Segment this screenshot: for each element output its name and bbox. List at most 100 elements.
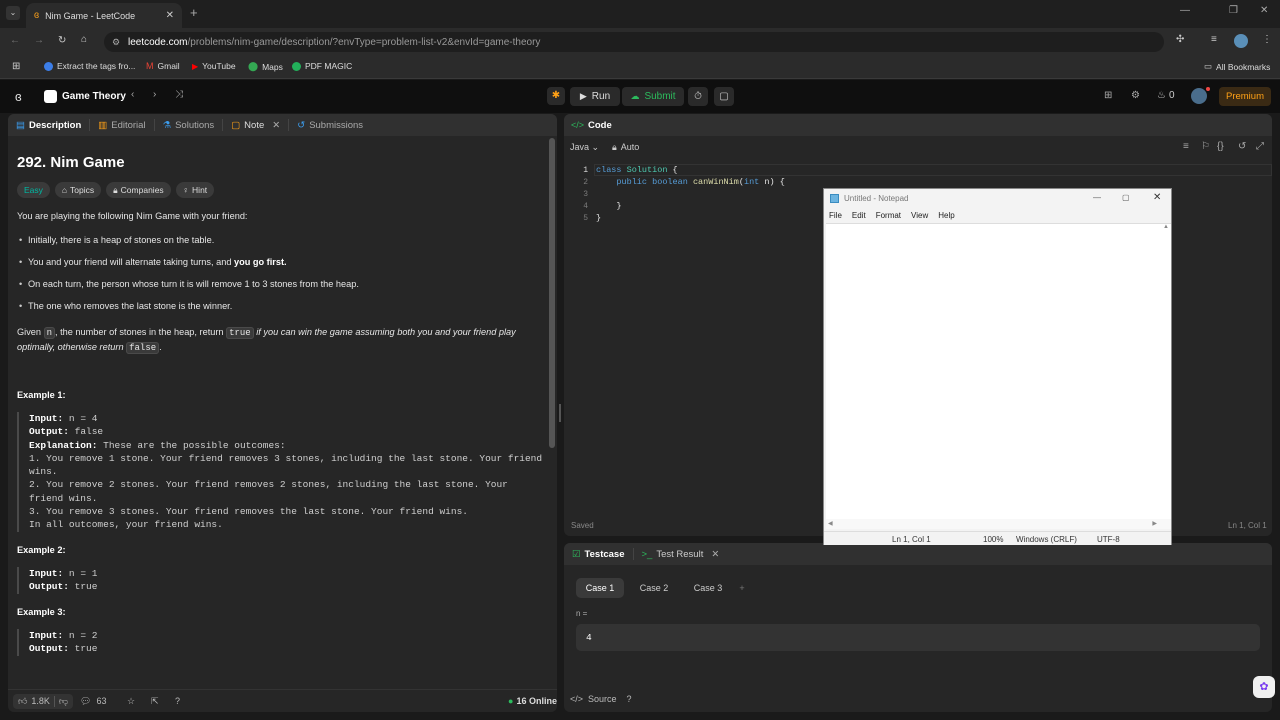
code-line[interactable]: } bbox=[596, 213, 601, 223]
thumbs-down-icon[interactable]: 👎︎ bbox=[53, 696, 68, 707]
add-case-button[interactable]: + bbox=[734, 578, 750, 598]
shuffle-icon[interactable]: ⤨ bbox=[175, 89, 183, 100]
reading-list-icon[interactable]: ≡ bbox=[1211, 34, 1217, 45]
bookmark-pdf-magic[interactable]: PDF MAGIC bbox=[292, 61, 352, 71]
profile-avatar[interactable] bbox=[1234, 34, 1248, 48]
notepad-minimize-icon[interactable]: — bbox=[1093, 193, 1101, 202]
prev-problem-icon[interactable]: ‹ bbox=[131, 89, 134, 100]
problem-list-icon bbox=[44, 90, 57, 103]
source-link[interactable]: </> Source? bbox=[570, 694, 632, 704]
vertical-splitter[interactable] bbox=[559, 404, 561, 422]
new-tab-button[interactable]: + bbox=[190, 5, 198, 20]
settings-icon[interactable]: ⚙ bbox=[1131, 90, 1140, 101]
menu-help[interactable]: Help bbox=[938, 211, 954, 220]
favorite-star-icon[interactable]: ☆ bbox=[127, 696, 135, 707]
menu-view[interactable]: View bbox=[911, 211, 928, 220]
param-input[interactable]: 4 bbox=[576, 624, 1260, 651]
streak-counter[interactable]: ♨ 0 bbox=[1157, 90, 1175, 101]
home-icon[interactable]: ⌂ bbox=[81, 34, 87, 45]
tab-test-result[interactable]: >_ Test Result ✕ bbox=[634, 548, 728, 560]
help-icon[interactable]: ? bbox=[175, 696, 180, 706]
notepad-maximize-icon[interactable]: ▢ bbox=[1122, 193, 1130, 202]
notepad-vscroll-up-icon[interactable]: ▲ bbox=[1163, 224, 1169, 230]
case-2-tab[interactable]: Case 2 bbox=[630, 578, 678, 598]
code-line[interactable]: } bbox=[596, 201, 621, 211]
user-avatar[interactable] bbox=[1191, 88, 1207, 104]
scroll-right-icon[interactable]: ▶ bbox=[1152, 520, 1157, 527]
tab-submissions[interactable]: ↺ Submissions bbox=[289, 119, 371, 131]
leetcode-logo-icon[interactable]: ɞ bbox=[15, 89, 22, 104]
example-2-block: Input: n = 1 Output: true bbox=[17, 567, 543, 594]
notepad-text-area[interactable]: ▲ bbox=[826, 223, 1171, 519]
bookmark-extract-tags[interactable]: Extract the tags fro... bbox=[44, 61, 135, 71]
assistant-floating-icon[interactable]: ✿ bbox=[1253, 676, 1275, 698]
format-icon[interactable]: ≡ bbox=[1183, 141, 1189, 152]
tab-testcase[interactable]: ☑ Testcase bbox=[564, 548, 634, 560]
description-scrollbar[interactable] bbox=[549, 138, 555, 448]
menu-file[interactable]: File bbox=[829, 211, 842, 220]
url-domain: leetcode.com bbox=[128, 36, 188, 48]
like-button[interactable]: 👍︎ 1.8K 👎︎ bbox=[13, 694, 74, 709]
fullscreen-icon[interactable]: ⤢ bbox=[1256, 141, 1264, 152]
bookmark-gmail[interactable]: M Gmail bbox=[146, 61, 180, 71]
all-bookmarks[interactable]: ▭ All Bookmarks bbox=[1204, 61, 1270, 72]
reset-icon[interactable]: ↺ bbox=[1238, 141, 1246, 152]
extensions-icon[interactable]: ✣ bbox=[1176, 34, 1184, 45]
case-3-tab[interactable]: Case 3 bbox=[684, 578, 732, 598]
explanation-text: These are the possible outcomes: bbox=[103, 439, 286, 451]
notes-icon[interactable]: ▢ bbox=[714, 87, 734, 106]
braces-icon[interactable]: {} bbox=[1217, 141, 1224, 152]
browser-menu-icon[interactable]: ⋮ bbox=[1262, 34, 1272, 45]
topics-chip[interactable]: ⌂ Topics bbox=[54, 182, 102, 198]
tab-search-button[interactable]: ⌄ bbox=[6, 6, 20, 20]
tab-editorial[interactable]: ▥ Editorial bbox=[90, 119, 155, 131]
problem-list-title[interactable]: Game Theory bbox=[62, 91, 126, 102]
scroll-left-icon[interactable]: ◀ bbox=[828, 520, 833, 527]
notepad-close-icon[interactable]: ✕ bbox=[1153, 192, 1161, 203]
menu-edit[interactable]: Edit bbox=[852, 211, 866, 220]
auto-mode-toggle[interactable]: 🔒︎ Auto bbox=[612, 142, 639, 153]
hint-chip[interactable]: ♀ Hint bbox=[175, 182, 215, 198]
site-info-icon[interactable]: ⚙ bbox=[112, 37, 120, 48]
browser-tab[interactable]: ɞ Nim Game - LeetCode ✕ bbox=[26, 3, 182, 28]
tab-note[interactable]: ▢ Note ✕ bbox=[223, 119, 290, 131]
maximize-window-icon[interactable]: ❐ bbox=[1229, 5, 1238, 16]
code-line[interactable]: public boolean canWinNim(int n) { bbox=[596, 177, 784, 187]
apps-icon[interactable]: ⊞ bbox=[12, 61, 20, 72]
text: . bbox=[159, 342, 162, 352]
back-icon[interactable]: ← bbox=[10, 35, 20, 46]
bullet-item: The one who removes the last stone is th… bbox=[19, 301, 232, 311]
run-button[interactable]: ▶ Run bbox=[570, 87, 620, 106]
case-1-tab[interactable]: Case 1 bbox=[576, 578, 624, 598]
online-indicator: ● 16 Online bbox=[508, 696, 557, 706]
close-note-icon[interactable]: ✕ bbox=[272, 120, 280, 131]
submit-button[interactable]: ☁ Submit bbox=[622, 87, 684, 106]
language-select[interactable]: Java ⌄ bbox=[570, 142, 599, 153]
bookmark-icon[interactable]: ⚐ bbox=[1201, 141, 1210, 152]
menu-format[interactable]: Format bbox=[876, 211, 901, 220]
tab-solutions[interactable]: ⚗ Solutions bbox=[155, 119, 224, 131]
help-icon[interactable]: ? bbox=[627, 694, 632, 704]
tab-description[interactable]: ▤ Description bbox=[8, 119, 91, 131]
reload-icon[interactable]: ↻ bbox=[58, 35, 66, 46]
close-result-icon[interactable]: ✕ bbox=[711, 549, 719, 560]
code-line[interactable]: class Solution { bbox=[596, 165, 678, 175]
address-bar[interactable]: ⚙ leetcode.com/problems/nim-game/descrip… bbox=[104, 32, 1164, 52]
close-tab-icon[interactable]: ✕ bbox=[166, 10, 174, 21]
share-icon[interactable]: ⇱ bbox=[151, 696, 159, 707]
close-window-icon[interactable]: ✕ bbox=[1260, 5, 1268, 16]
status-position: Ln 1, Col 1 bbox=[892, 535, 931, 544]
minimize-window-icon[interactable]: — bbox=[1180, 5, 1190, 16]
timer-icon[interactable]: ⏱ bbox=[688, 87, 708, 106]
comments-button[interactable]: 💬︎ 63 bbox=[80, 696, 106, 707]
bookmark-maps[interactable]: ⬤ Maps bbox=[248, 61, 283, 72]
layout-icon[interactable]: ⊞ bbox=[1104, 90, 1112, 101]
debug-icon[interactable]: ✱ bbox=[547, 87, 565, 105]
notepad-hscrollbar[interactable]: ◀ ▶ bbox=[826, 519, 1171, 529]
premium-button[interactable]: Premium bbox=[1219, 87, 1271, 106]
bookmark-youtube[interactable]: ▶ YouTube bbox=[192, 61, 236, 71]
forward-icon[interactable]: → bbox=[34, 35, 44, 46]
notepad-titlebar[interactable]: Untitled - Notepad — ▢ ✕ bbox=[824, 189, 1171, 208]
companies-chip[interactable]: 🔒︎ Companies bbox=[106, 182, 171, 198]
next-problem-icon[interactable]: › bbox=[153, 89, 156, 100]
